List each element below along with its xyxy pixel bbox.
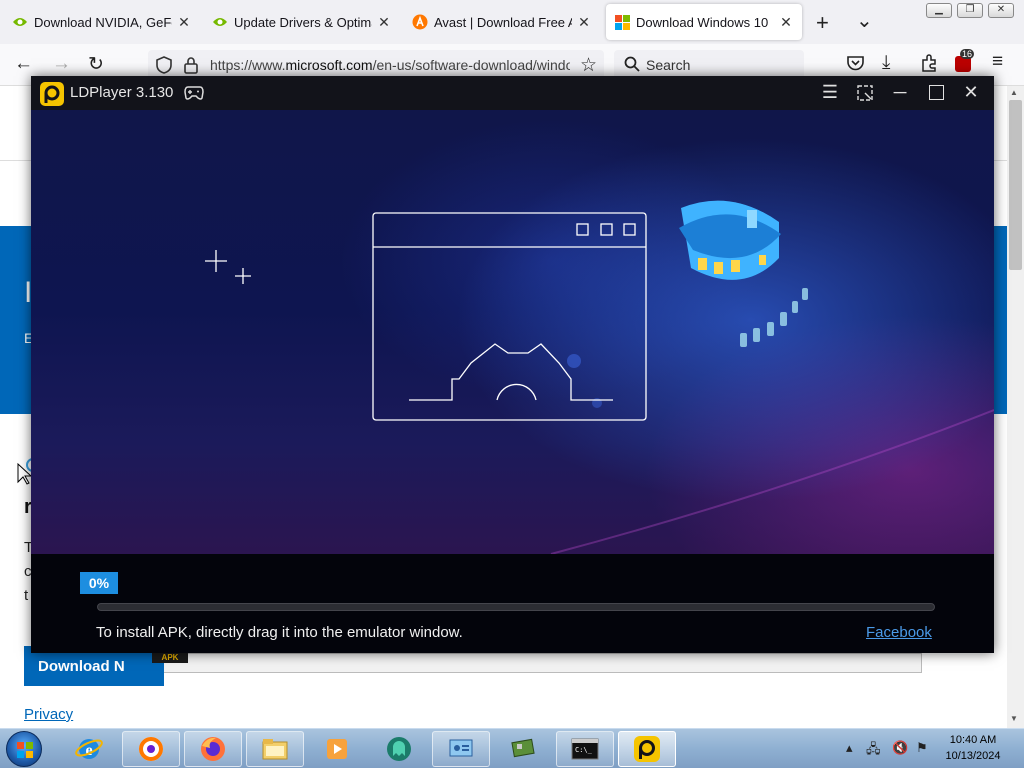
taskbar-cyberghost[interactable] bbox=[370, 731, 428, 767]
taskbar-cmd[interactable]: C:\_ bbox=[556, 731, 614, 767]
minimize-button[interactable]: ▁ bbox=[926, 3, 952, 18]
taskbar-avast-browser[interactable] bbox=[122, 731, 180, 767]
sparkle-icon bbox=[205, 250, 251, 284]
avast-icon bbox=[412, 14, 428, 30]
internet-explorer-icon: e bbox=[75, 739, 103, 759]
network-icon[interactable]: 🖧 bbox=[866, 740, 881, 762]
ldplayer-splash-illustration bbox=[31, 110, 994, 554]
volume-muted-icon[interactable]: 🔇 bbox=[892, 740, 908, 756]
progress-bar bbox=[97, 603, 935, 611]
bookmark-star-icon[interactable]: ☆ bbox=[580, 54, 597, 77]
ldplayer-title-bar[interactable]: LDPlayer 3.130 ☰ ─ ✕ bbox=[31, 76, 994, 110]
ldplayer-progress-panel: 0% To install APK, directly drag it into… bbox=[31, 554, 994, 653]
nvidia-icon bbox=[212, 14, 228, 30]
start-button[interactable] bbox=[6, 731, 42, 767]
tab-avast[interactable]: Avast | Download Free Anti ✕ bbox=[404, 4, 600, 40]
gamepad-icon[interactable] bbox=[184, 85, 204, 106]
firefox-icon bbox=[201, 737, 225, 761]
ld-screen-icon[interactable] bbox=[857, 85, 873, 106]
browser-tab-bar: Download NVIDIA, GeForce ✕ Update Driver… bbox=[0, 0, 1024, 44]
ld-close-button[interactable]: ✕ bbox=[959, 82, 983, 103]
tab-title: Download NVIDIA, GeForce bbox=[34, 14, 172, 30]
apk-drop-bar bbox=[124, 653, 922, 673]
ld-maximize-button[interactable] bbox=[929, 85, 944, 100]
close-tab-icon[interactable]: ✕ bbox=[778, 14, 794, 31]
ldplayer-taskbar-icon bbox=[634, 736, 660, 762]
microsoft-icon bbox=[614, 14, 630, 30]
avast-browser-icon bbox=[139, 737, 163, 761]
tab-nvidia-download[interactable]: Download NVIDIA, GeForce ✕ bbox=[4, 4, 200, 40]
taskbar-explorer[interactable] bbox=[246, 731, 304, 767]
tab-title: Avast | Download Free Anti bbox=[434, 14, 572, 30]
pocket-icon[interactable] bbox=[847, 55, 864, 76]
extensions-badge: 16 bbox=[960, 49, 975, 59]
search-icon bbox=[624, 56, 640, 77]
clock-date[interactable]: 10/13/2024 bbox=[944, 750, 1002, 762]
extensions-icon[interactable] bbox=[920, 54, 938, 77]
url-text[interactable]: https://www.microsoft.com/en-us/software… bbox=[210, 57, 570, 73]
privacy-link[interactable]: Privacy bbox=[24, 706, 73, 723]
nvidia-icon bbox=[12, 14, 28, 30]
list-tabs-icon[interactable]: ⌄ bbox=[856, 8, 873, 33]
tab-title: Update Drivers & Optimal P bbox=[234, 14, 372, 30]
downloads-icon[interactable]: ⤓ bbox=[882, 52, 890, 74]
taskbar-device-manager[interactable] bbox=[494, 731, 552, 767]
install-hint-text: To install APK, directly drag it into th… bbox=[96, 624, 463, 641]
hardware-icon bbox=[511, 738, 535, 758]
apk-tag: APK bbox=[152, 653, 188, 663]
taskbar-control-panel[interactable] bbox=[432, 731, 490, 767]
url-domain: microsoft.com bbox=[285, 57, 373, 73]
taskbar-media-player[interactable] bbox=[308, 731, 366, 767]
progress-percent-badge: 0% bbox=[80, 572, 118, 594]
search-placeholder: Search bbox=[646, 57, 691, 73]
windows-logo-icon bbox=[17, 742, 33, 758]
new-tab-button[interactable]: + bbox=[816, 10, 829, 36]
windows-taskbar: e C:\_ ▴ 🖧 🔇 ⚑ 10:40 AM 10/13/2024 bbox=[0, 728, 1024, 768]
tab-windows10[interactable]: Download Windows 10 ✕ bbox=[606, 4, 802, 40]
restore-button[interactable]: ❐ bbox=[957, 3, 983, 18]
clock-time[interactable]: 10:40 AM bbox=[944, 734, 1002, 746]
control-panel-icon bbox=[449, 739, 473, 757]
house-illustration bbox=[679, 200, 808, 347]
taskbar-ldplayer[interactable] bbox=[618, 731, 676, 767]
taskbar-firefox[interactable] bbox=[184, 731, 242, 767]
close-tab-icon[interactable]: ✕ bbox=[376, 14, 392, 31]
reload-button[interactable]: ↻ bbox=[88, 53, 104, 76]
command-prompt-icon: C:\_ bbox=[571, 738, 599, 760]
close-tab-icon[interactable]: ✕ bbox=[576, 14, 592, 31]
facebook-link[interactable]: Facebook bbox=[866, 624, 932, 641]
show-hidden-icons[interactable]: ▴ bbox=[846, 740, 853, 756]
action-center-flag-icon[interactable]: ⚑ bbox=[916, 740, 928, 756]
back-button[interactable]: ← bbox=[14, 53, 33, 75]
media-player-icon bbox=[327, 739, 347, 759]
url-path: /en-us/software-download/windows10 bbox=[372, 57, 570, 73]
close-tab-icon[interactable]: ✕ bbox=[176, 14, 192, 31]
ld-minimize-button[interactable]: ─ bbox=[888, 82, 912, 103]
forward-button[interactable]: → bbox=[52, 53, 71, 75]
scroll-thumb[interactable] bbox=[1009, 100, 1022, 270]
page-scrollbar[interactable]: ▲ ▼ bbox=[1007, 86, 1024, 728]
menu-icon[interactable]: ≡ bbox=[992, 51, 1003, 73]
scroll-down-icon[interactable]: ▼ bbox=[1010, 714, 1018, 723]
taskbar-ie[interactable]: e bbox=[60, 731, 118, 767]
ld-menu-icon[interactable]: ☰ bbox=[818, 82, 842, 103]
tab-title: Download Windows 10 bbox=[636, 14, 769, 30]
vpn-ghost-icon bbox=[387, 737, 411, 761]
ldplayer-logo-icon bbox=[40, 82, 64, 111]
body-text: t bbox=[24, 587, 29, 604]
ldplayer-title: LDPlayer 3.130 bbox=[70, 84, 174, 101]
scroll-up-icon[interactable]: ▲ bbox=[1010, 88, 1018, 97]
folder-icon bbox=[262, 739, 288, 760]
url-prefix: https://www. bbox=[210, 57, 286, 73]
window-settings-illustration bbox=[372, 212, 647, 421]
tab-nvidia-update[interactable]: Update Drivers & Optimal P ✕ bbox=[204, 4, 400, 40]
ldplayer-window: LDPlayer 3.130 ☰ ─ ✕ 0% To install APK, … bbox=[31, 76, 994, 653]
close-window-button[interactable]: ✕ bbox=[988, 3, 1014, 18]
svg-text:C:\_: C:\_ bbox=[575, 746, 593, 754]
